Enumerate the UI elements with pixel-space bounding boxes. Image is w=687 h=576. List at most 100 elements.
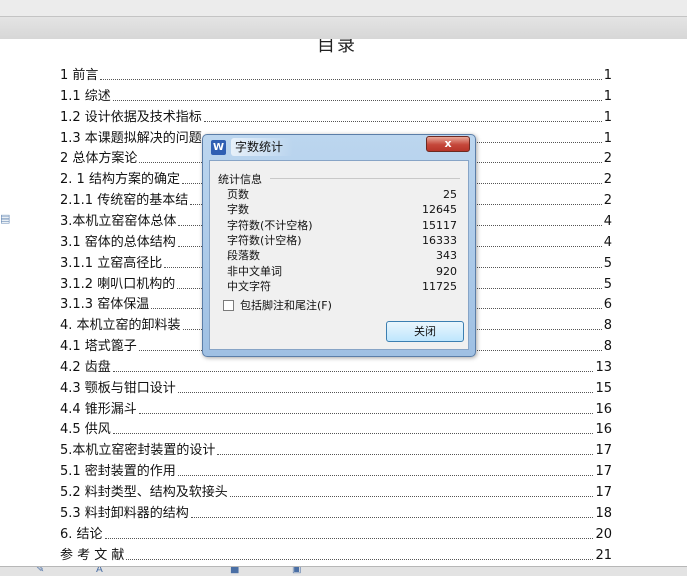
toc-entry-page: 1 xyxy=(603,68,612,83)
toc-leader-dots xyxy=(190,516,594,518)
toc-entry-text: 4.2 齿盘 xyxy=(60,359,111,375)
toc-entry-text: 1.2 设计依据及技术指标 xyxy=(60,109,202,125)
toc-entry-text: 2.1.1 传统窑的基本结 xyxy=(60,193,189,209)
toc-entry-page: 18 xyxy=(595,505,612,521)
stat-row: 中文字符 11725 xyxy=(227,279,457,294)
toc-entry-page: 20 xyxy=(595,526,612,542)
toc-entry-page: 8 xyxy=(603,339,612,355)
toc-entry[interactable]: 4.4 锥形漏斗 16 xyxy=(60,399,612,418)
toc-entry[interactable]: 1.2 设计依据及技术指标 1 xyxy=(60,107,612,126)
stat-row: 字数 12645 xyxy=(227,202,457,217)
stat-label: 段落数 xyxy=(227,249,260,263)
toc-leader-dots xyxy=(138,412,594,414)
toc-entry-text: 2 总体方案论 xyxy=(60,151,138,167)
toc-entry[interactable]: 5.1 密封装置的作用 17 xyxy=(60,461,612,480)
window-top-strip xyxy=(0,0,687,16)
toc-entry-page: 5 xyxy=(603,276,612,292)
toc-entry-page: 2 xyxy=(603,193,612,209)
stat-row: 非中文单词 920 xyxy=(227,264,457,279)
wps-writer-icon: W xyxy=(211,140,226,155)
stat-label: 字符数(计空格) xyxy=(227,233,302,247)
dialog-body: 统计信息 页数 25 字数 12645 字符数(不计空格) 15117 字符数(计空格) 16… xyxy=(209,160,469,350)
stat-value: 920 xyxy=(436,264,457,278)
toc-entry-page: 6 xyxy=(603,297,612,313)
toc-entry-page: 21 xyxy=(595,547,612,563)
toc-entry[interactable]: 5.本机立窑密封装置的设计 17 xyxy=(60,440,612,459)
toc-entry-page: 4 xyxy=(603,213,612,229)
toc-leader-dots xyxy=(177,474,594,477)
image-tool-icon[interactable]: ▣ xyxy=(292,567,301,575)
page-title: 目录 xyxy=(317,39,357,56)
stat-row: 字符数(不计空格) 15117 xyxy=(227,218,457,233)
toc-entry-page: 17 xyxy=(595,485,612,500)
toc-leader-dots xyxy=(112,432,594,435)
toc-entry-text: 3.1.2 喇叭口机构的 xyxy=(60,276,176,292)
toc-entry[interactable]: 5.3 料封卸料器的结构 18 xyxy=(60,503,612,522)
stat-label: 字数 xyxy=(227,203,249,217)
close-button[interactable]: x xyxy=(426,136,470,152)
stat-row: 页数 25 xyxy=(227,187,457,202)
font-color-icon[interactable]: A xyxy=(96,567,103,575)
stat-row: 段落数 343 xyxy=(227,248,457,263)
toc-entry-page: 8 xyxy=(603,318,612,334)
ruler-bar xyxy=(0,16,687,40)
toc-entry[interactable]: 4.3 颚板与钳口设计 15 xyxy=(60,378,612,397)
toc-entry[interactable]: 参 考 文 献 21 xyxy=(60,545,612,564)
close-dialog-button[interactable]: 关闭 xyxy=(386,321,464,342)
draw-tool-icon[interactable]: ✎ xyxy=(36,567,44,575)
toc-entry-page: 1 xyxy=(603,88,612,104)
toc-entry-text: 2. 1 结构方案的确定 xyxy=(60,172,180,188)
stat-value: 11725 xyxy=(422,279,457,293)
stat-value: 16333 xyxy=(422,233,457,247)
dialog-title: 字数统计 xyxy=(231,138,294,156)
stat-label: 页数 xyxy=(227,188,249,201)
toc-entry-page: 2 xyxy=(603,151,612,167)
stat-label: 字符数(不计空格) xyxy=(227,218,313,232)
toc-entry[interactable]: 6. 结论 20 xyxy=(60,524,612,543)
toc-entry[interactable]: 4.2 齿盘 13 xyxy=(60,357,612,376)
stat-value: 12645 xyxy=(422,203,457,217)
toc-entry-text: 1.1 综述 xyxy=(60,88,111,104)
toc-entry-text: 5.1 密封装置的作用 xyxy=(60,464,176,480)
toc-entry-page: 17 xyxy=(595,464,612,480)
toc-entry-text: 5.2 料封类型、结构及软接头 xyxy=(60,485,228,500)
toc-entry-text: 1.3 本课题拟解决的问题 xyxy=(60,130,202,146)
toc-entry[interactable]: 4.5 供风 16 xyxy=(60,419,612,438)
shape-tool-icon[interactable]: ■ xyxy=(230,567,239,575)
toc-entry-page: 4 xyxy=(603,234,612,250)
toc-entry-text: 5.本机立窑密封装置的设计 xyxy=(60,443,216,459)
toc-leader-dots xyxy=(112,370,594,372)
stat-value: 25 xyxy=(443,188,457,201)
toc-entry-page: 13 xyxy=(595,359,612,375)
include-footnotes-label[interactable]: 包括脚注和尾注(F) xyxy=(240,298,332,313)
stat-value: 343 xyxy=(436,249,457,263)
toc-leader-dots xyxy=(229,495,594,497)
stat-label: 中文字符 xyxy=(227,279,271,293)
toc-leader-dots xyxy=(100,78,602,80)
toc-entry-text: 4.3 颚板与钳口设计 xyxy=(60,380,176,396)
toc-entry-text: 4.4 锥形漏斗 xyxy=(60,401,137,417)
toc-leader-dots xyxy=(104,537,594,539)
toc-entry-text: 4. 本机立窑的卸料装 xyxy=(60,318,181,334)
dialog-titlebar[interactable]: W 字数统计 x xyxy=(203,135,475,159)
toc-entry[interactable]: 1.1 综述 1 xyxy=(60,86,612,105)
toc-leader-dots xyxy=(177,391,594,393)
toc-entry[interactable]: 5.2 料封类型、结构及软接头 17 xyxy=(60,482,612,501)
stat-row: 字符数(计空格) 16333 xyxy=(227,233,457,248)
toc-leader-dots xyxy=(112,99,602,101)
toc-entry-text: 1 前言 xyxy=(60,68,99,83)
stat-value: 15117 xyxy=(422,218,457,232)
toc-entry-text: 3.1.3 窑体保温 xyxy=(60,297,150,313)
toc-entry-text: 5.3 料封卸料器的结构 xyxy=(60,505,189,521)
close-icon: x xyxy=(444,137,452,150)
toc-leader-dots xyxy=(126,558,594,560)
toc-entry-text: 4.1 塔式篦子 xyxy=(60,339,137,355)
margin-marker-icon[interactable]: ▤ xyxy=(0,212,10,226)
toc-leader-dots xyxy=(217,453,594,456)
toc-entry-page: 1 xyxy=(603,130,612,146)
group-divider xyxy=(270,178,460,179)
include-footnotes-checkbox[interactable] xyxy=(223,300,234,311)
toc-entry-text: 3.1 窑体的总体结构 xyxy=(60,234,176,250)
toc-entry[interactable]: 1 前言 1 xyxy=(60,65,612,84)
toc-entry-page: 5 xyxy=(603,255,612,271)
